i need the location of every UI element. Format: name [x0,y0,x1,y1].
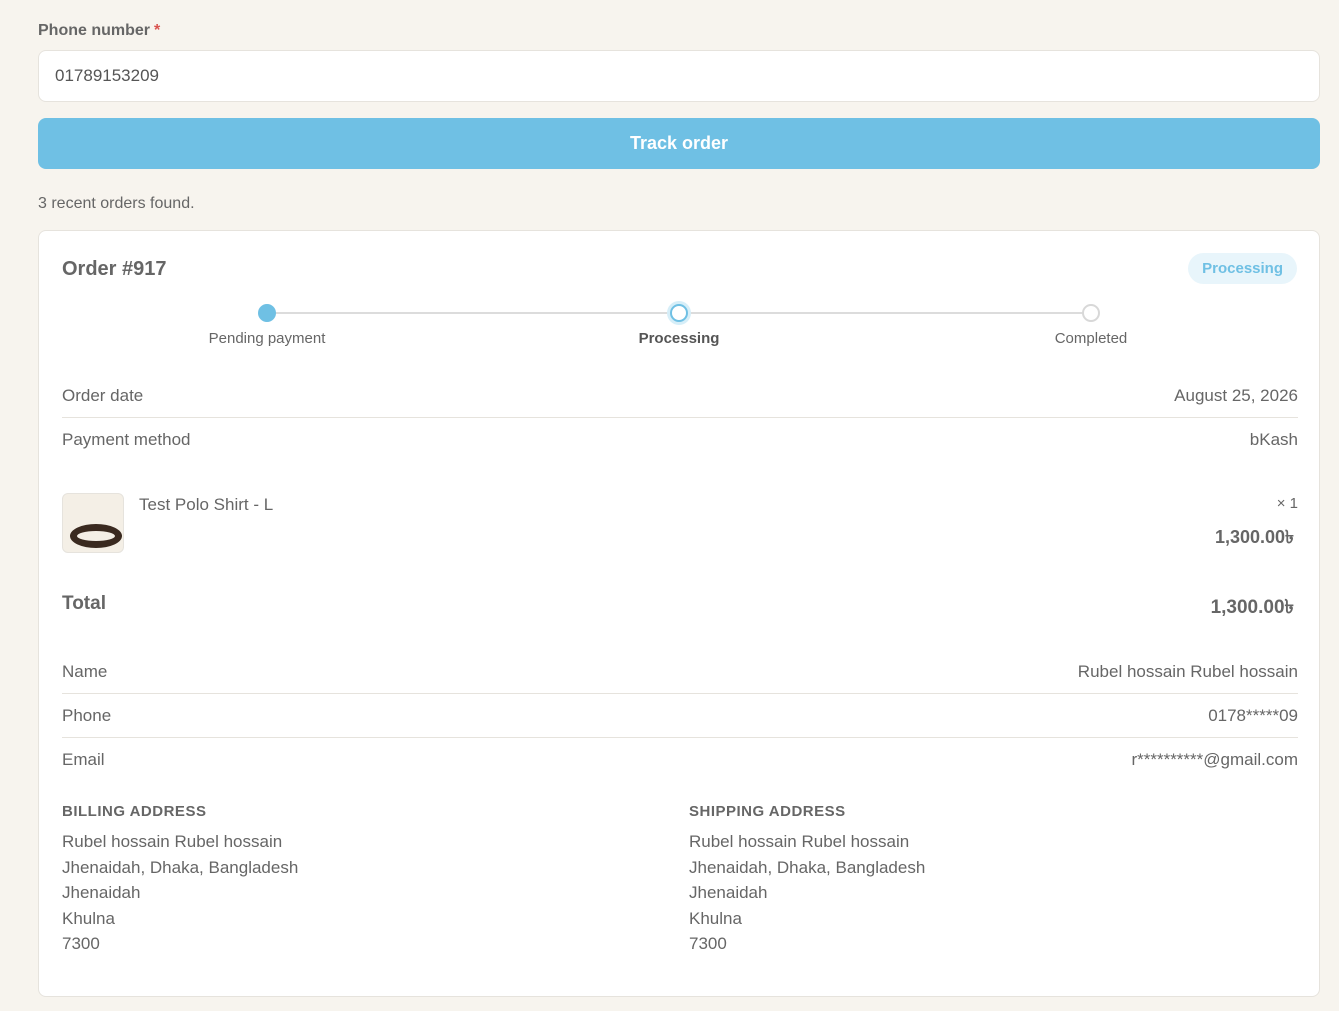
customer-phone-row: Phone 0178*****09 [62,694,1298,738]
total-row: Total 1,300.00৳ [62,593,1298,625]
billing-address: BILLING ADDRESS Rubel hossain Rubel hoss… [62,803,662,957]
status-badge: Processing [1188,253,1297,284]
detail-label: Name [62,661,108,681]
item-price: 1,300.00৳ [1214,527,1294,547]
detail-value: 0178*****09 [1208,705,1298,725]
step-label: Completed [1054,330,1128,347]
step-label: Processing [638,330,720,347]
phone-label-text: Phone number [38,22,151,39]
total-value: 1,300.00৳ [1210,597,1294,618]
step-processing: Processing [579,301,779,347]
shipping-address: SHIPPING ADDRESS Rubel hossain Rubel hos… [689,803,1289,957]
required-mark: * [154,22,161,39]
address-line: 7300 [62,934,100,953]
customer-name-row: Name Rubel hossain Rubel hossain [62,650,1298,694]
order-date-row: Order date August 25, 2026 [62,374,1298,418]
results-summary: 3 recent orders found. [38,195,195,212]
address-line: Jhenaidah, Dhaka, Bangladesh [62,857,299,877]
detail-value: Rubel hossain Rubel hossain [1077,661,1298,681]
item-name: Test Polo Shirt - L [139,495,274,514]
total-label: Total [62,593,106,614]
order-progress: Pending payment Processing Completed [62,301,1298,361]
step-dot [258,304,276,322]
address-line: 7300 [689,934,727,953]
billing-address-heading: BILLING ADDRESS [62,803,207,820]
detail-value: bKash [1249,430,1298,449]
address-line: Jhenaidah, Dhaka, Bangladesh [689,857,926,877]
order-title: Order #917 [62,258,167,280]
product-image [70,524,122,548]
shipping-address-heading: SHIPPING ADDRESS [689,803,846,820]
address-line: Khulna [689,908,742,928]
step-completed: Completed [991,301,1191,347]
step-dot [670,304,688,322]
detail-label: Email [62,750,105,769]
detail-label: Payment method [62,430,191,449]
detail-value: r**********@gmail.com [1131,750,1298,769]
address-line: Khulna [62,908,115,928]
address-line: Jhenaidah [62,883,141,902]
address-line: Rubel hossain Rubel hossain [62,832,283,851]
order-item: Test Polo Shirt - L × 1 1,300.00৳ [62,493,1298,555]
detail-value: August 25, 2026 [1174,385,1298,405]
track-order-button[interactable]: Track order [38,118,1320,169]
address-line: Jhenaidah [689,883,768,902]
phone-input[interactable] [38,50,1320,102]
address-line: Rubel hossain Rubel hossain [689,832,910,851]
payment-method-row: Payment method bKash [62,418,1298,462]
step-pending-payment: Pending payment [167,301,367,347]
step-dot [1082,304,1100,322]
order-card: Order #917 Processing Pending payment Pr… [38,230,1320,997]
phone-label: Phone number * [38,22,160,40]
product-thumbnail [62,493,124,553]
detail-label: Order date [62,385,144,405]
item-quantity: × 1 [1276,495,1298,512]
detail-label: Phone [62,705,112,725]
customer-email-row: Email r**********@gmail.com [62,738,1298,782]
step-label: Pending payment [208,330,326,347]
